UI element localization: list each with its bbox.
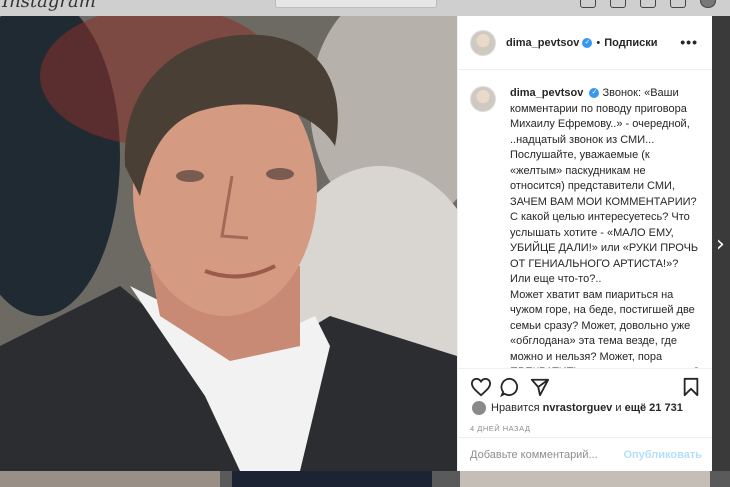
profile-avatar-icon[interactable]	[700, 0, 716, 8]
comments-section[interactable]: dima_pevtsov ✓ Звонок: «Ваши комментарии…	[458, 70, 712, 368]
post-sidebar: dima_pevtsov ✓ • Подписки ••• dima_pevts…	[457, 16, 712, 471]
liker-avatar[interactable]	[472, 401, 486, 415]
likes-prefix: Нравится	[491, 402, 540, 414]
chevron-right-icon[interactable]: ›	[716, 232, 725, 257]
publish-button[interactable]: Опубликовать	[623, 449, 702, 461]
post-date[interactable]: 4 ДНЕЙ НАЗАД	[470, 424, 530, 433]
bookmark-icon[interactable]	[682, 377, 700, 397]
direct-icon[interactable]	[610, 0, 626, 8]
post-caption: dima_pevtsov ✓ Звонок: «Ваши комментарии…	[510, 86, 700, 368]
comment-icon[interactable]	[500, 377, 520, 397]
add-comment-bar: Добавьте комментарий... Опубликовать	[458, 437, 712, 472]
caption-author-avatar[interactable]	[470, 86, 496, 112]
grid-thumbnail[interactable]	[460, 471, 710, 487]
likes-and: и	[615, 402, 622, 414]
caption-text: Звонок: «Ваши комментарии по поводу приг…	[510, 87, 699, 368]
caption-username[interactable]: dima_pevtsov	[510, 87, 583, 99]
post-modal: dima_pevtsov ✓ • Подписки ••• dima_pevts…	[0, 16, 712, 471]
grid-thumbnail[interactable]	[0, 471, 220, 487]
home-icon[interactable]	[580, 0, 596, 8]
paper-plane-icon[interactable]	[530, 377, 550, 397]
liker-username[interactable]: nvrastorguev	[543, 402, 613, 414]
post-actions	[458, 368, 712, 403]
likes-count[interactable]: ещё 21 731	[625, 402, 683, 414]
grid-thumbnail[interactable]	[232, 471, 432, 487]
post-header: dima_pevtsov ✓ • Подписки •••	[458, 16, 712, 70]
comment-input[interactable]: Добавьте комментарий...	[470, 449, 623, 461]
author-username[interactable]: dima_pevtsov	[506, 37, 579, 49]
top-navigation-bar: Instagram	[0, 0, 730, 16]
instagram-logo[interactable]: Instagram	[2, 0, 96, 12]
portrait-illustration	[0, 16, 457, 471]
heart-icon[interactable]	[470, 377, 492, 397]
verified-badge-icon: ✓	[582, 37, 593, 48]
author-avatar[interactable]	[470, 29, 496, 56]
caption-row: dima_pevtsov ✓ Звонок: «Ваши комментарии…	[458, 70, 712, 368]
post-photo[interactable]	[0, 16, 457, 471]
search-input[interactable]	[275, 0, 437, 8]
following-button[interactable]: Подписки	[604, 37, 657, 49]
background-grid-strip	[0, 471, 730, 487]
nav-icons	[580, 0, 716, 8]
separator-dot: •	[596, 36, 601, 49]
activity-icon[interactable]	[670, 0, 686, 8]
verified-badge-icon: ✓	[589, 88, 600, 99]
explore-icon[interactable]	[640, 0, 656, 8]
likes-line: Нравится nvrastorguev и ещё 21 731	[472, 401, 712, 415]
more-options-icon[interactable]: •••	[680, 34, 698, 50]
